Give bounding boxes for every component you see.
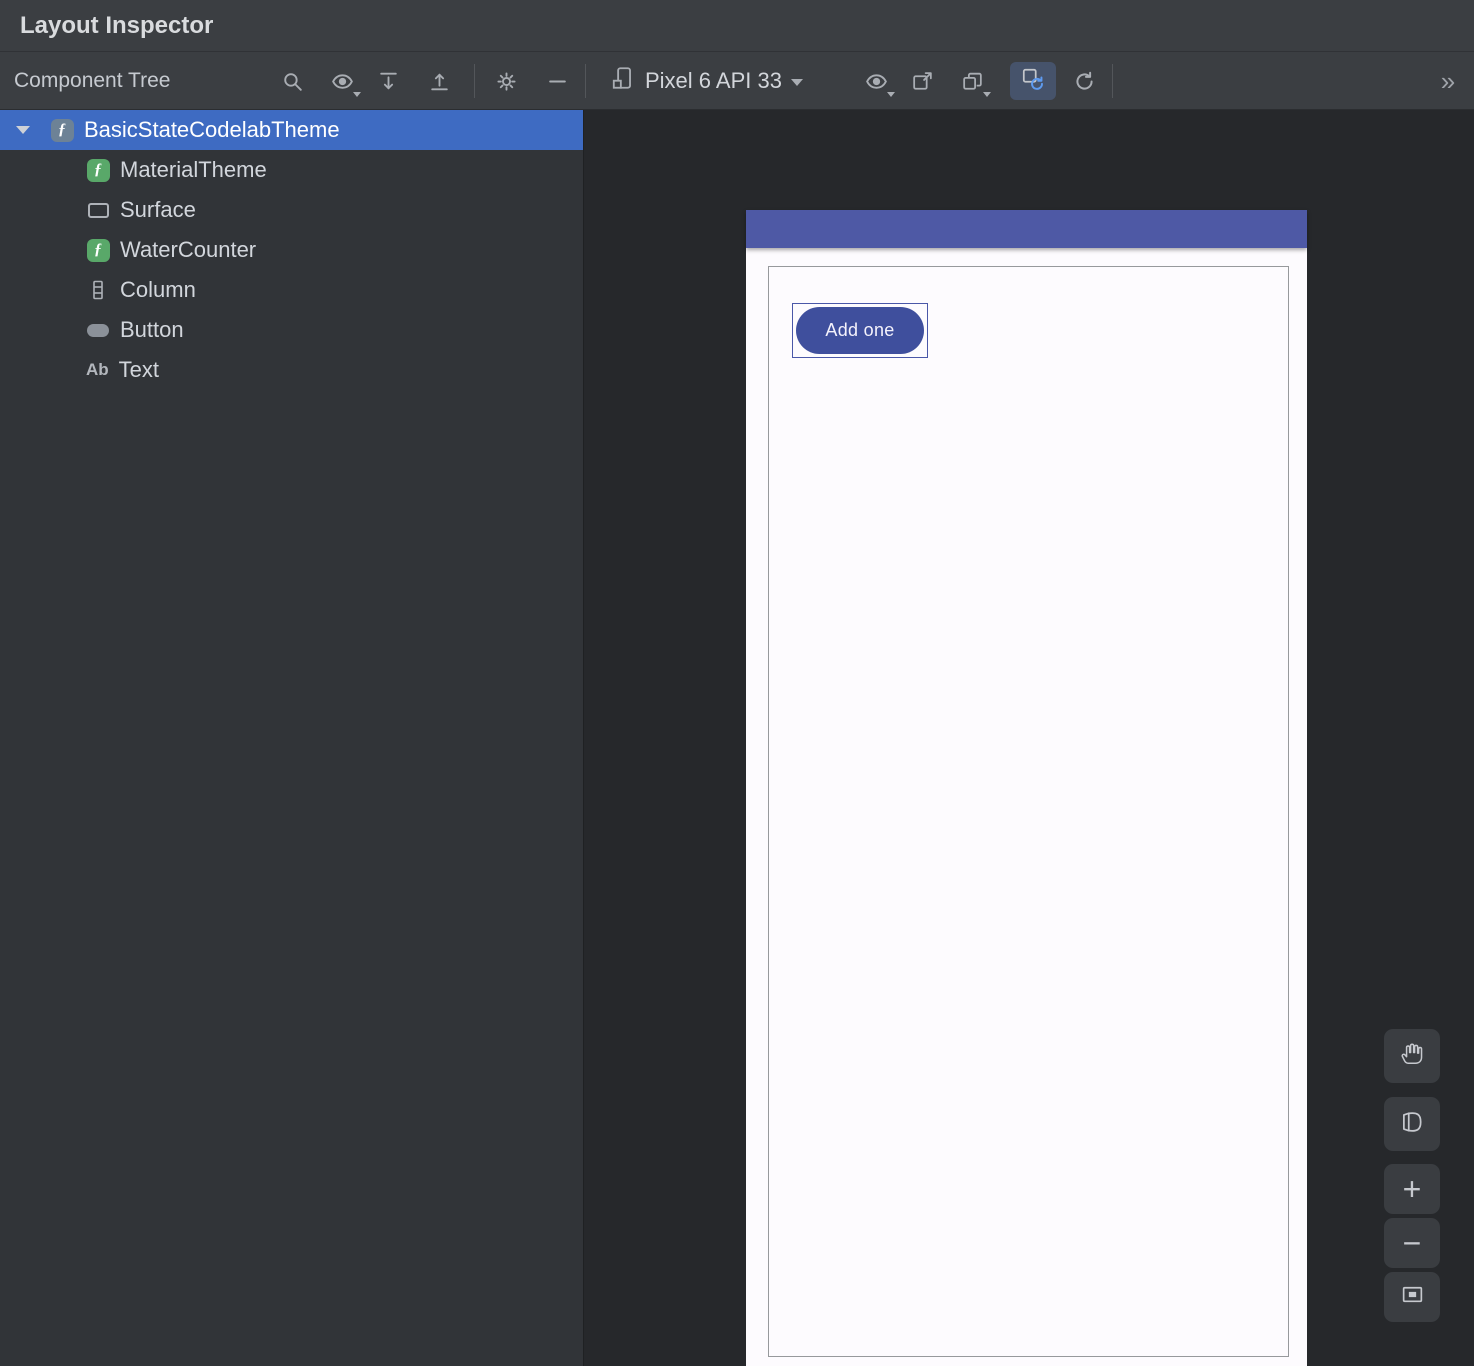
compose-function-icon [86,158,110,182]
add-one-button[interactable]: Add one [796,307,924,354]
column-layout-icon [86,278,110,302]
toolbar-separator [474,64,475,98]
tree-node-label: Column [120,277,196,302]
collapse-all-icon [427,69,452,94]
chevron-down-icon[interactable] [16,126,30,134]
tree-node-surface[interactable]: Surface [0,190,583,230]
view-options-canvas-button[interactable] [860,65,895,97]
toolbar-overflow-button[interactable]: » [1432,65,1464,97]
hide-panel-button[interactable] [541,65,573,97]
compose-function-icon [50,118,74,142]
3d-rotation-icon [1399,1109,1425,1140]
text-widget-icon: Ab [86,360,109,379]
device-screen[interactable]: Add one [746,248,1307,1366]
tree-node-basicstatecodelabtheme[interactable]: BasicStateCodelabTheme [0,110,583,150]
button-widget-icon [86,318,110,342]
view-options-button[interactable] [326,65,361,97]
button-bounds-rect: Add one [792,303,928,358]
phone-icon [610,65,636,97]
chevron-down-icon [353,92,361,97]
layout-inspector-window: Layout Inspector Component Tree Pixel 6 … [0,0,1474,1366]
tree-node-watercounter[interactable]: WaterCounter [0,230,583,270]
live-updates-icon [1020,66,1046,97]
process-picker-label: Pixel 6 API 33 [645,68,782,93]
snapshot-icon [910,69,935,94]
chevron-down-icon [887,92,895,97]
window-title: Layout Inspector [20,11,214,39]
eye-icon [864,69,889,94]
tree-node-button[interactable]: Button [0,310,583,350]
device-render-canvas: Add one + − [584,110,1474,1366]
process-picker[interactable]: Pixel 6 API 33 [602,61,811,101]
toolbar: Component Tree Pixel 6 API 33 » [0,52,1474,110]
tree-node-label: BasicStateCodelabTheme [84,117,340,142]
gear-icon [494,69,519,94]
search-icon [280,69,305,94]
component-tree-title: Component Tree [14,69,171,92]
zoom-in-button[interactable]: + [1384,1164,1440,1214]
refresh-button[interactable] [1068,65,1100,97]
hand-pan-icon [1399,1041,1425,1072]
minus-icon [545,69,570,94]
expand-all-button[interactable] [372,65,404,97]
compose-function-icon [86,238,110,262]
settings-button[interactable] [490,65,522,97]
tree-node-materialtheme[interactable]: MaterialTheme [0,150,583,190]
chevron-down-icon [790,79,803,86]
tree-node-label: Button [120,317,184,342]
plus-icon: + [1402,1170,1422,1207]
3d-mode-button[interactable] [1384,1097,1440,1151]
toolbar-separator [1112,64,1113,98]
double-chevron-icon: » [1440,65,1456,96]
chevron-down-icon [983,92,991,97]
expand-all-icon [376,69,401,94]
collapse-all-button[interactable] [423,65,455,97]
minus-icon: − [1402,1224,1422,1261]
tree-node-column[interactable]: Column [0,270,583,310]
layered-snapshot-icon [960,69,985,94]
tree-node-label: WaterCounter [120,237,257,262]
layout-bounds-rect: Add one [768,266,1289,1357]
export-snapshot-button[interactable] [956,65,991,97]
toolbar-separator [585,64,586,98]
tree-node-label: MaterialTheme [120,157,267,182]
eye-icon [330,69,355,94]
live-updates-toggle[interactable] [1010,62,1056,100]
surface-icon [86,198,110,222]
component-tree: BasicStateCodelabTheme MaterialTheme Sur… [0,110,583,1366]
zoom-to-fit-icon [1400,1282,1425,1312]
tree-node-label: Text [118,357,160,382]
search-button[interactable] [276,65,308,97]
device-app-bar[interactable] [746,210,1307,248]
pan-mode-button[interactable] [1384,1029,1440,1083]
tree-node-text[interactable]: Ab Text [0,350,583,390]
tree-node-label: Surface [120,197,196,222]
refresh-icon [1072,69,1097,94]
window-title-bar: Layout Inspector [0,0,1474,52]
snapshot-button[interactable] [906,65,938,97]
zoom-to-fit-button[interactable] [1384,1272,1440,1322]
zoom-out-button[interactable]: − [1384,1218,1440,1268]
